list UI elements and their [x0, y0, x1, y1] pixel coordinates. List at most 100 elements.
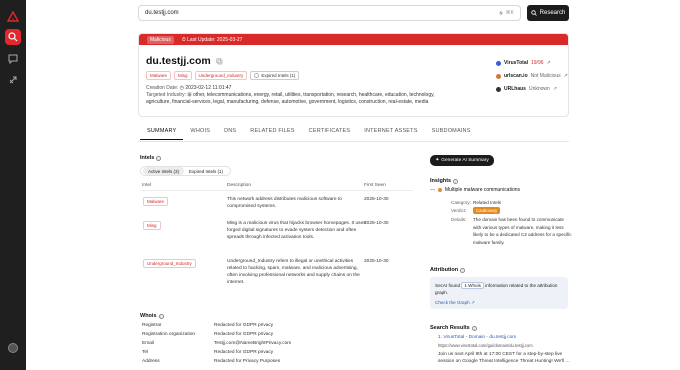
virustotal-icon	[496, 60, 501, 66]
targeted-industry: Targeted Industry: ⊞ other, telecommunic…	[146, 92, 435, 106]
whois-value: Redacted for GDPR privacy	[214, 323, 274, 328]
clock-icon	[254, 73, 260, 78]
research-nav-icon[interactable]	[5, 29, 21, 45]
category-value: Related Intels	[473, 200, 502, 205]
last-update: ⏱ Last Update: 2025-03-27	[181, 36, 243, 43]
urlhaus-icon	[496, 86, 501, 92]
whois-label: Email	[142, 341, 154, 346]
logo-icon[interactable]	[5, 9, 21, 25]
search-input[interactable]: du.testjj.com ⌘K	[138, 5, 521, 21]
attribution-text: SecAI found 1 Whois information related …	[435, 282, 565, 296]
tab-whois[interactable]: WHOIS	[183, 128, 217, 140]
result-title: 1. VirusTotal - Domain - du.testjj.com	[438, 335, 517, 340]
whois-label: Address	[142, 359, 160, 364]
expired-intels-label: Expired Intels (1)	[261, 73, 296, 78]
search-results-heading: Search Results i	[430, 325, 477, 331]
tab-certificates[interactable]: CERTIFICATES	[302, 128, 358, 140]
whois-label: Registration organization	[142, 332, 196, 337]
whois-value: Testjj.com@NameBrightPrivacy.com	[214, 341, 292, 346]
domain-title: du.testjj.com	[146, 55, 223, 67]
info-icon[interactable]: i	[156, 155, 162, 161]
insight-item[interactable]: Multiple malware communications	[438, 187, 520, 193]
vendor-virustotal[interactable]: VirusTotal 19/96 ↗	[496, 60, 551, 66]
search-results-title: Search Results	[430, 325, 470, 331]
search-result-url[interactable]: https://www.virustotal.com/gui/domain/du…	[438, 343, 533, 348]
search-value: du.testjj.com	[145, 10, 179, 16]
search-result-snippet: Join us next April 9th at 17:00 CEST for…	[438, 352, 570, 364]
research-button[interactable]: Research	[527, 5, 569, 21]
attribution-title: Attribution	[430, 267, 459, 273]
check-graph-link[interactable]: Check the Graph ↗	[435, 300, 475, 306]
intel-row-date: 2025-10-30	[364, 259, 389, 264]
whois-value: Redacted for GDPR privacy	[214, 332, 274, 337]
intel-row-name[interactable]: Misg	[143, 221, 161, 230]
info-icon[interactable]: i	[453, 178, 459, 184]
intel-row-description: Misg is a malicious virus that hijacks b…	[227, 221, 366, 240]
whois-title: Whois	[140, 313, 157, 319]
main-content: du.testjj.com ⌘K Research Malicious ⏱ La…	[26, 0, 680, 370]
generate-button-label: Generate AI Summary	[441, 158, 489, 163]
tab-subdomains[interactable]: SUBDOMAINS	[425, 128, 478, 140]
industry-value: other, telecommunications, energy, retai…	[146, 92, 435, 106]
last-update-label: Last Update: 2025-03-27	[187, 36, 243, 43]
user-avatar[interactable]	[8, 343, 18, 353]
whois-count-badge[interactable]: 1 Whois	[461, 282, 484, 289]
first-seen-column-header: First Seen	[364, 183, 386, 188]
copy-icon[interactable]	[216, 58, 223, 65]
external-link-icon: ↗	[552, 86, 558, 92]
external-link-icon: ↗	[546, 60, 551, 66]
intels-title: Intels	[140, 155, 155, 161]
tag-malware[interactable]: Malware	[146, 71, 172, 80]
details-value: The domain has been found to communicate…	[473, 217, 572, 245]
info-icon[interactable]: i	[460, 267, 466, 273]
insights-heading: Insights i	[430, 178, 459, 184]
creation-date: Creation Date: ◷ 2023-02-12 11:01:47	[146, 85, 232, 91]
collapse-icon[interactable]: —	[430, 187, 435, 193]
table-divider	[140, 190, 413, 191]
detail-tabs: SUMMARY WHOIS DNS RELATED FILES CERTIFIC…	[140, 128, 478, 140]
intel-row-date: 2025-10-30	[364, 221, 389, 226]
expired-intels-tag[interactable]: Expired Intels (1)	[250, 71, 300, 80]
whois-value: Redacted for Privacy Purposes	[214, 359, 281, 364]
vendor-urlscan[interactable]: urlscan.io Not Malicious ↗	[496, 73, 568, 79]
active-intels-tab[interactable]: Active Intels (3)	[143, 167, 185, 175]
insight-item-label: Multiple malware communications	[445, 187, 521, 193]
intel-row-name[interactable]: Malware	[143, 197, 169, 206]
shortcut-label: ⌘K	[505, 10, 514, 16]
insights-title: Insights	[430, 178, 452, 184]
vendor-value: 19/96	[531, 60, 544, 66]
creation-label: Creation Date:	[146, 85, 179, 91]
intel-row-description: This network address distributes malicio…	[227, 197, 342, 209]
attribution-heading: Attribution i	[430, 267, 466, 273]
intel-column-header: Intel	[142, 183, 152, 188]
chat-nav-icon[interactable]	[5, 51, 21, 67]
search-icon	[530, 10, 537, 16]
attribution-prefix: SecAI found	[435, 283, 461, 288]
vendor-urlhaus[interactable]: URLhaus Unknown ↗	[496, 86, 557, 92]
status-banner: Malicious ⏱ Last Update: 2025-03-27	[139, 34, 568, 45]
vendor-value: Unknown	[528, 86, 550, 92]
tag-underground[interactable]: Underground_Industry	[194, 71, 248, 80]
info-icon[interactable]: i	[158, 313, 164, 319]
tab-internet-assets[interactable]: INTERNET ASSETS	[357, 128, 424, 140]
search-result-title[interactable]: 1. VirusTotal - Domain - du.testjj.com	[438, 335, 516, 340]
verdict-badge: Cautionary	[473, 207, 501, 214]
intels-heading: Intels i	[140, 155, 162, 161]
domain-name: du.testjj.com	[146, 55, 211, 67]
creation-value: 2023-02-12 11:01:47	[185, 85, 232, 91]
intel-row-name[interactable]: Underground_Industry	[143, 259, 196, 268]
description-column-header: Description	[227, 183, 251, 188]
generate-ai-summary-button[interactable]: ✦ Generate AI Summary	[430, 155, 494, 166]
intel-row-date: 2025-10-30	[364, 197, 389, 202]
rocket-nav-icon[interactable]	[5, 72, 21, 88]
tab-summary[interactable]: SUMMARY	[140, 128, 184, 140]
tab-related-files[interactable]: RELATED FILES	[243, 128, 301, 140]
expired-intels-tab[interactable]: Expired Intels (1)	[184, 167, 228, 175]
sparkle-icon: ✦	[435, 158, 440, 163]
shortcut-hint: ⌘K	[498, 10, 514, 16]
status-badge: Malicious	[147, 35, 174, 44]
info-icon[interactable]: i	[471, 325, 477, 331]
domain-meta: Creation Date: ◷ 2023-02-12 11:01:47 Tar…	[146, 85, 446, 107]
tag-misg[interactable]: Misg	[174, 71, 192, 80]
tab-dns[interactable]: DNS	[217, 128, 243, 140]
